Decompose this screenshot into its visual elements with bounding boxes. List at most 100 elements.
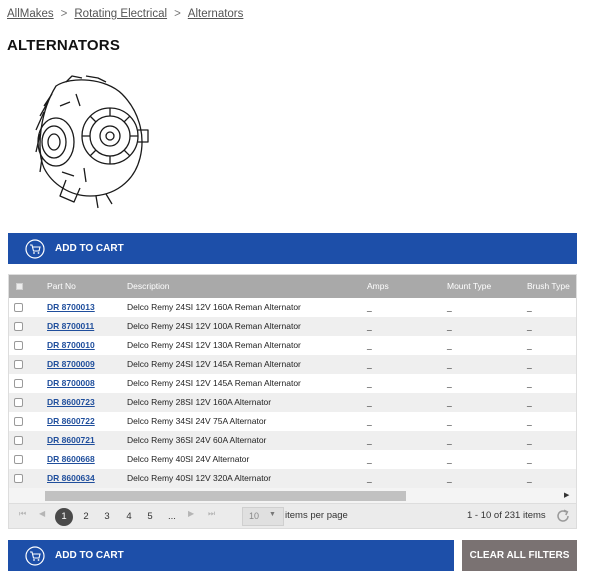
- table-row: DR 8600668 Delco Remy 40SI 24V Alternato…: [9, 450, 576, 469]
- column-header-amps[interactable]: Amps: [367, 275, 389, 298]
- table-row: DR 8700009 Delco Remy 24SI 12V 145A Rema…: [9, 355, 576, 374]
- column-header-description[interactable]: Description: [127, 275, 170, 298]
- description-cell: Delco Remy 28SI 12V 160A Alternator: [127, 397, 272, 407]
- column-header-brush-type[interactable]: Brush Type: [527, 275, 570, 298]
- mount-type-cell: _: [447, 397, 452, 407]
- part-number-link[interactable]: DR 8700009: [47, 355, 95, 374]
- add-to-cart-button-bottom[interactable]: ADD TO CART: [8, 540, 454, 571]
- description-cell: Delco Remy 24SI 12V 130A Reman Alternato…: [127, 340, 301, 350]
- brush-type-cell: _: [527, 340, 532, 350]
- table-row: DR 8600722 Delco Remy 34SI 24V 75A Alter…: [9, 412, 576, 431]
- amps-cell: _: [367, 435, 372, 445]
- row-checkbox[interactable]: [14, 379, 23, 388]
- mount-type-cell: _: [447, 378, 452, 388]
- page-button-2[interactable]: 2: [77, 509, 95, 525]
- pager: ⏮ ◀ 1 2 3 4 5 ... ▶ ⏭ 10 ▼ items per pag…: [8, 504, 577, 529]
- add-to-cart-label: ADD TO CART: [55, 550, 124, 561]
- page-button-3[interactable]: 3: [98, 509, 116, 525]
- row-checkbox[interactable]: [14, 322, 23, 331]
- brush-type-cell: _: [527, 454, 532, 464]
- brush-type-cell: _: [527, 473, 532, 483]
- part-number-link[interactable]: DR 8700011: [47, 317, 94, 336]
- row-checkbox[interactable]: [14, 360, 23, 369]
- select-all-checkbox[interactable]: [16, 283, 23, 290]
- part-number-link[interactable]: DR 8600668: [47, 450, 95, 469]
- page-button-5[interactable]: 5: [141, 509, 159, 525]
- parts-grid: Part No Description Amps Mount Type Brus…: [8, 274, 577, 504]
- amps-cell: _: [367, 321, 372, 331]
- part-number-link[interactable]: DR 8600722: [47, 412, 95, 431]
- part-number-link[interactable]: DR 8700013: [47, 298, 95, 317]
- mount-type-cell: _: [447, 473, 452, 483]
- scrollbar-thumb[interactable]: [45, 491, 406, 501]
- row-checkbox[interactable]: [14, 417, 23, 426]
- mount-type-cell: _: [447, 359, 452, 369]
- amps-cell: _: [367, 473, 372, 483]
- prev-page-icon[interactable]: ◀: [39, 509, 45, 518]
- amps-cell: _: [367, 359, 372, 369]
- breadcrumb-separator: >: [174, 8, 181, 20]
- part-number-link[interactable]: DR 8700010: [47, 336, 95, 355]
- first-page-icon[interactable]: ⏮: [19, 509, 26, 519]
- cart-icon: [25, 545, 45, 566]
- amps-cell: _: [367, 340, 372, 350]
- table-row: DR 8700013 Delco Remy 24SI 12V 160A Rema…: [9, 298, 576, 317]
- page-button-more[interactable]: ...: [163, 509, 181, 525]
- row-checkbox[interactable]: [14, 436, 23, 445]
- table-row: DR 8700011 Delco Remy 24SI 12V 100A Rema…: [9, 317, 576, 336]
- description-cell: Delco Remy 40SI 12V 320A Alternator: [127, 473, 272, 483]
- mount-type-cell: _: [447, 435, 452, 445]
- description-cell: Delco Remy 34SI 24V 75A Alternator: [127, 416, 267, 426]
- horizontal-scrollbar[interactable]: ◀ ▶: [9, 488, 576, 503]
- table-row: DR 8600634 Delco Remy 40SI 12V 320A Alte…: [9, 469, 576, 488]
- part-number-link[interactable]: DR 8600634: [47, 469, 95, 488]
- add-to-cart-button[interactable]: ADD TO CART: [8, 233, 577, 264]
- mount-type-cell: _: [447, 416, 452, 426]
- amps-cell: _: [367, 416, 372, 426]
- amps-cell: _: [367, 302, 372, 312]
- mount-type-cell: _: [447, 321, 452, 331]
- page-button-4[interactable]: 4: [120, 509, 138, 525]
- description-cell: Delco Remy 40SI 24V Alternator: [127, 454, 250, 464]
- last-page-icon[interactable]: ⏭: [208, 509, 215, 519]
- chevron-down-icon: ▼: [269, 511, 276, 518]
- table-row: DR 8600723 Delco Remy 28SI 12V 160A Alte…: [9, 393, 576, 412]
- brush-type-cell: _: [527, 416, 532, 426]
- row-checkbox[interactable]: [14, 303, 23, 312]
- clear-all-filters-button[interactable]: CLEAR ALL FILTERS: [462, 540, 577, 571]
- brush-type-cell: _: [527, 397, 532, 407]
- breadcrumb-allmakes[interactable]: AllMakes: [7, 8, 54, 20]
- page-button-1[interactable]: 1: [55, 508, 73, 526]
- page-size-select[interactable]: 10 ▼: [242, 507, 284, 526]
- items-per-page-label: items per page: [285, 510, 348, 521]
- table-row: DR 8600721 Delco Remy 36SI 24V 60A Alter…: [9, 431, 576, 450]
- refresh-icon[interactable]: [554, 507, 572, 525]
- brush-type-cell: _: [527, 378, 532, 388]
- column-header-mount-type[interactable]: Mount Type: [447, 275, 491, 298]
- breadcrumb-rotating-electrical[interactable]: Rotating Electrical: [74, 8, 167, 20]
- scroll-right-icon[interactable]: ▶: [564, 491, 569, 499]
- part-number-link[interactable]: DR 8600721: [47, 431, 95, 450]
- breadcrumb-alternators[interactable]: Alternators: [188, 8, 244, 20]
- row-checkbox[interactable]: [14, 341, 23, 350]
- part-number-link[interactable]: DR 8700008: [47, 374, 95, 393]
- next-page-icon[interactable]: ▶: [188, 509, 194, 518]
- breadcrumb-separator: >: [60, 8, 68, 20]
- description-cell: Delco Remy 24SI 12V 145A Reman Alternato…: [127, 378, 301, 388]
- brush-type-cell: _: [527, 302, 532, 312]
- breadcrumb: AllMakes > Rotating Electrical > Alternators: [7, 8, 243, 20]
- pager-info: 1 - 10 of 231 items: [467, 510, 546, 521]
- amps-cell: _: [367, 454, 372, 464]
- page-title: ALTERNATORS: [7, 37, 121, 54]
- row-checkbox[interactable]: [14, 474, 23, 483]
- part-number-link[interactable]: DR 8600723: [47, 393, 95, 412]
- column-header-part-no[interactable]: Part No: [47, 275, 76, 298]
- brush-type-cell: _: [527, 359, 532, 369]
- row-checkbox[interactable]: [14, 455, 23, 464]
- table-row: DR 8700010 Delco Remy 24SI 12V 130A Rema…: [9, 336, 576, 355]
- amps-cell: _: [367, 397, 372, 407]
- cart-icon: [25, 238, 45, 259]
- row-checkbox[interactable]: [14, 398, 23, 407]
- brush-type-cell: _: [527, 321, 532, 331]
- description-cell: Delco Remy 24SI 12V 145A Reman Alternato…: [127, 359, 301, 369]
